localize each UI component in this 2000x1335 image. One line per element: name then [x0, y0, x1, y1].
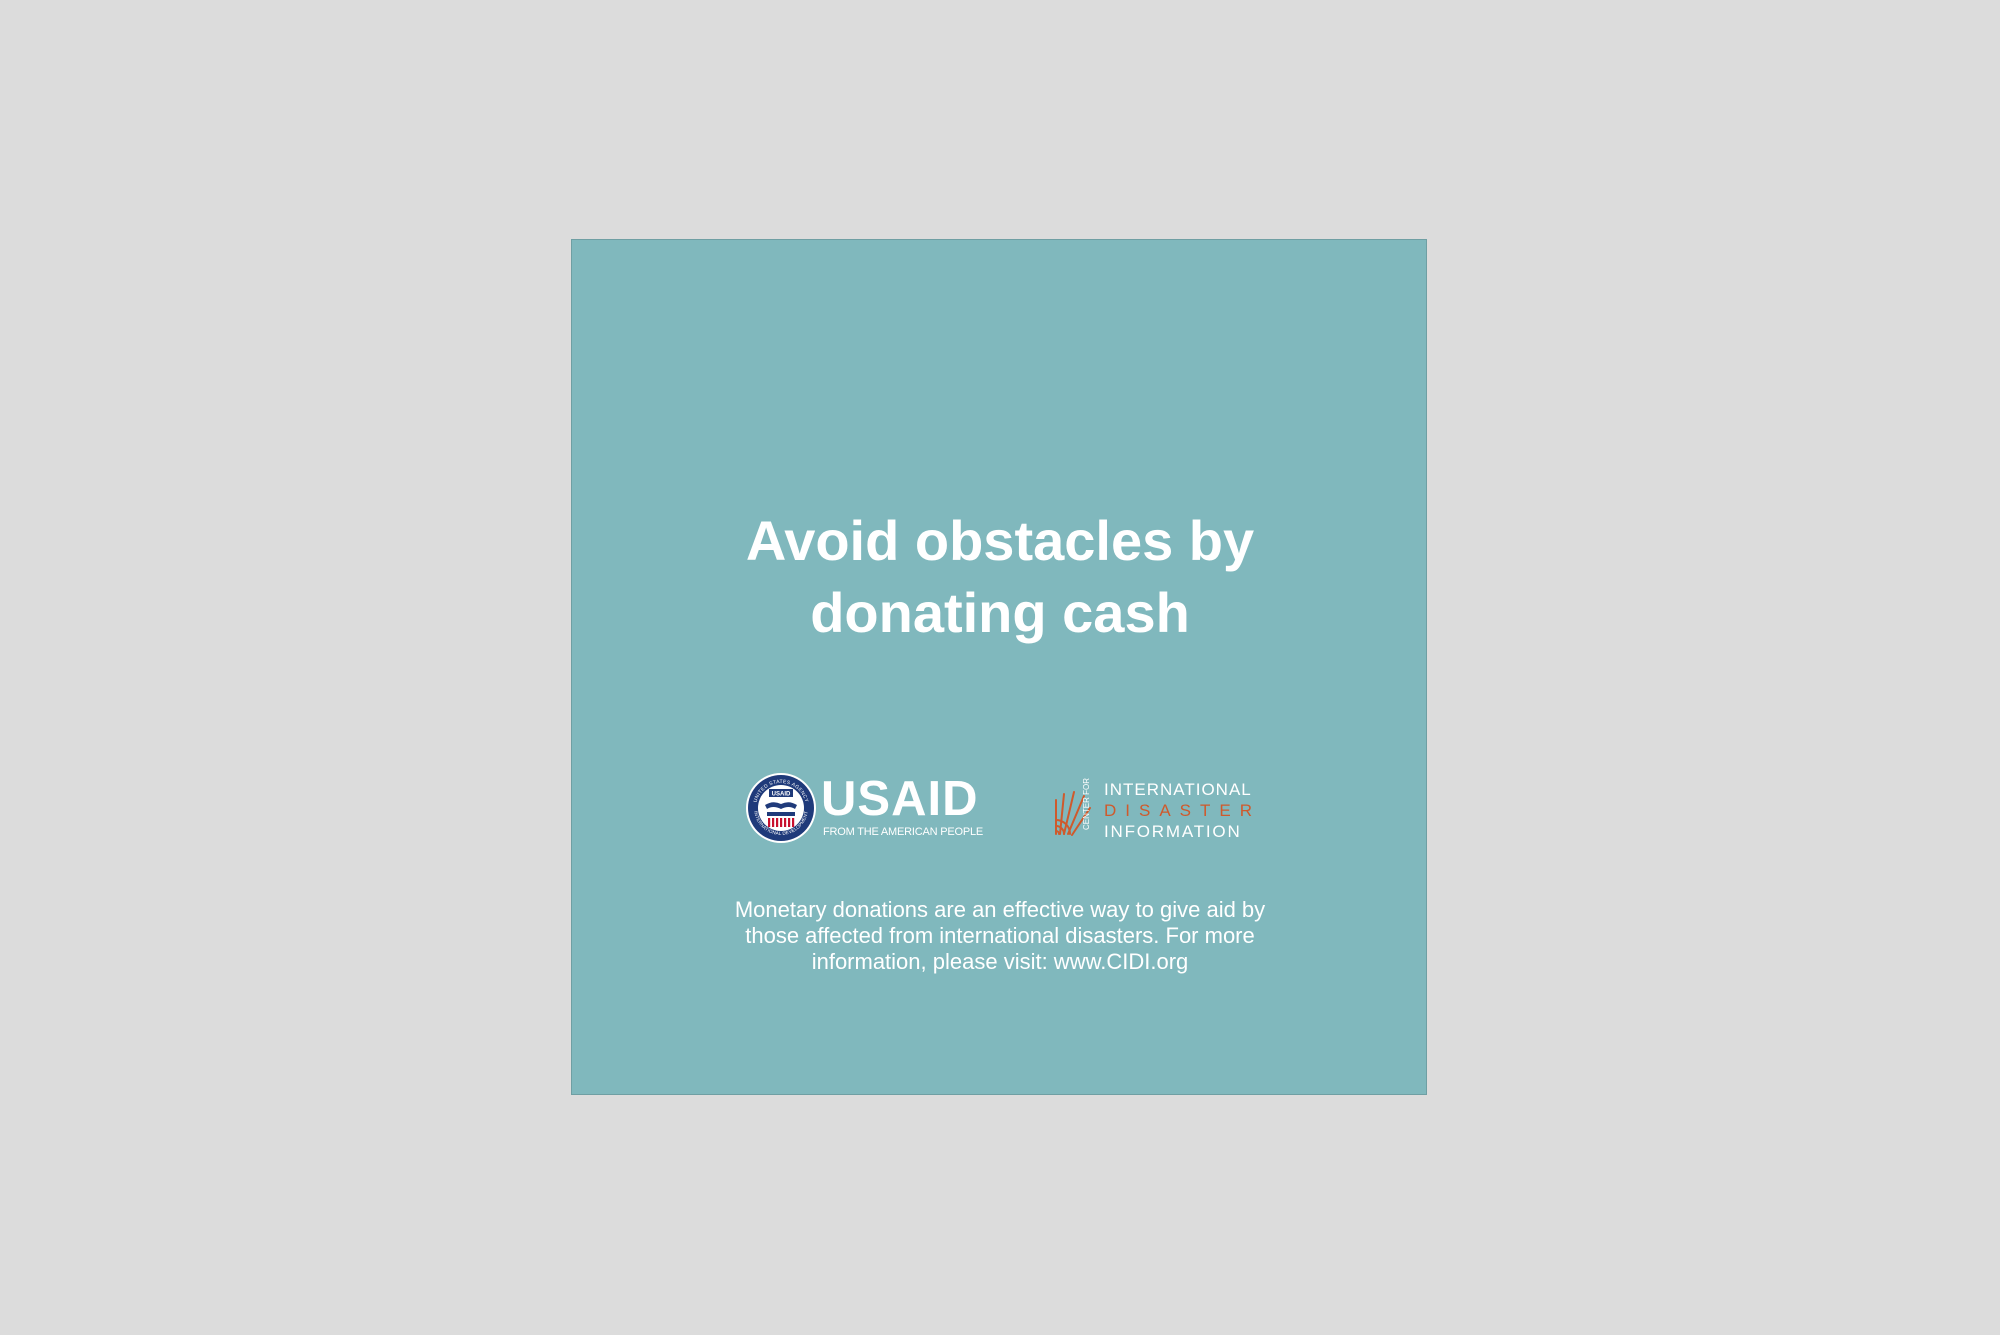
headline: Avoid obstacles by donating cash [572, 505, 1428, 649]
body-line-1: Monetary donations are an effective way … [734, 897, 1266, 922]
cidi-logo: CENTER FOR INTERNATIONAL DISASTER INFORM… [1052, 768, 1272, 848]
body-line-3: information, please visit: www.CIDI.org [811, 949, 1189, 974]
psa-card: Avoid obstacles by donating cash UNITED … [571, 239, 1427, 1095]
cidi-center-for: CENTER FOR [1082, 778, 1091, 830]
body-text: Monetary donations are an effective way … [572, 897, 1428, 975]
usaid-wordmark: USAID [821, 772, 979, 826]
usaid-seal-icon: UNITED STATES AGENCY INTERNATIONAL DEVEL… [746, 773, 816, 843]
seal-label: USAID [772, 792, 791, 798]
body-line-2: those affected from international disast… [745, 923, 1255, 948]
usaid-logo: UNITED STATES AGENCY INTERNATIONAL DEVEL… [745, 768, 985, 848]
cidi-line-information: INFORMATION [1104, 822, 1242, 841]
partner-logos: UNITED STATES AGENCY INTERNATIONAL DEVEL… [572, 768, 1428, 848]
headline-line-2: donating cash [810, 581, 1190, 644]
cidi-line-disaster: DISASTER [1104, 801, 1262, 820]
headline-line-1: Avoid obstacles by [745, 509, 1255, 572]
cidi-line-international: INTERNATIONAL [1104, 780, 1252, 799]
usaid-tagline: FROM THE AMERICAN PEOPLE [823, 826, 984, 838]
